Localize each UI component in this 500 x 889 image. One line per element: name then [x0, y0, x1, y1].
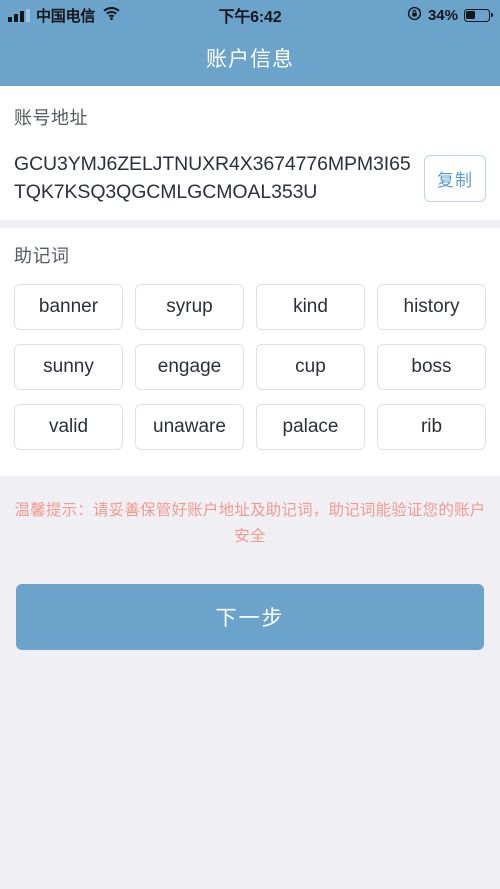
mnemonic-word[interactable]: palace: [256, 404, 365, 450]
mnemonic-word[interactable]: valid: [14, 404, 123, 450]
footer-actions: 下一步: [0, 550, 500, 650]
next-step-button[interactable]: 下一步: [16, 584, 484, 650]
status-bar-left: 中国电信: [8, 5, 120, 26]
mnemonic-word[interactable]: unaware: [135, 404, 244, 450]
mnemonic-card: 助记词 banner syrup kind history sunny enga…: [0, 228, 500, 476]
account-address-card: 账号地址 GCU3YMJ6ZELJTNUXR4X3674776MPM3I65TQ…: [0, 86, 500, 220]
section-divider: [0, 220, 500, 228]
mnemonic-word-grid: banner syrup kind history sunny engage c…: [14, 284, 486, 450]
wifi-icon: [103, 6, 120, 24]
account-address-row: GCU3YMJ6ZELJTNUXR4X3674776MPM3I65TQK7KSQ…: [14, 150, 486, 206]
mnemonic-word[interactable]: banner: [14, 284, 123, 330]
carrier-label: 中国电信: [36, 7, 96, 25]
rotation-lock-icon: [407, 6, 422, 25]
mnemonic-word[interactable]: cup: [256, 344, 365, 390]
mnemonic-word[interactable]: sunny: [14, 344, 123, 390]
mnemonic-word[interactable]: syrup: [135, 284, 244, 330]
battery-icon: [464, 8, 493, 22]
status-bar: 中国电信 下午6:42 34%: [0, 0, 500, 30]
battery-fill: [466, 10, 475, 20]
warning-tip-text: 温馨提示：请妥善保管好账户地址及助记词，助记词能验证您的账户安全: [14, 502, 486, 545]
mnemonic-word[interactable]: boss: [377, 344, 486, 390]
mnemonic-label: 助记词: [14, 246, 70, 266]
mnemonic-word[interactable]: rib: [377, 404, 486, 450]
battery-percent-label: 34%: [427, 6, 458, 24]
signal-bars-icon: [8, 8, 30, 22]
status-bar-right: 34%: [407, 6, 493, 25]
account-address-value: GCU3YMJ6ZELJTNUXR4X3674776MPM3I65TQK7KSQ…: [14, 153, 411, 203]
phone-screen: 中国电信 下午6:42 34% 账户信息 账号地址 GCU3YMJ6ZELJTN…: [0, 0, 500, 889]
mnemonic-word[interactable]: history: [377, 284, 486, 330]
copy-address-button[interactable]: 复制: [424, 154, 486, 202]
account-address-label: 账号地址: [14, 108, 88, 128]
nav-bar: 账户信息: [0, 30, 500, 86]
page-title: 账户信息: [206, 48, 294, 71]
mnemonic-word[interactable]: engage: [135, 344, 244, 390]
mnemonic-word[interactable]: kind: [256, 284, 365, 330]
